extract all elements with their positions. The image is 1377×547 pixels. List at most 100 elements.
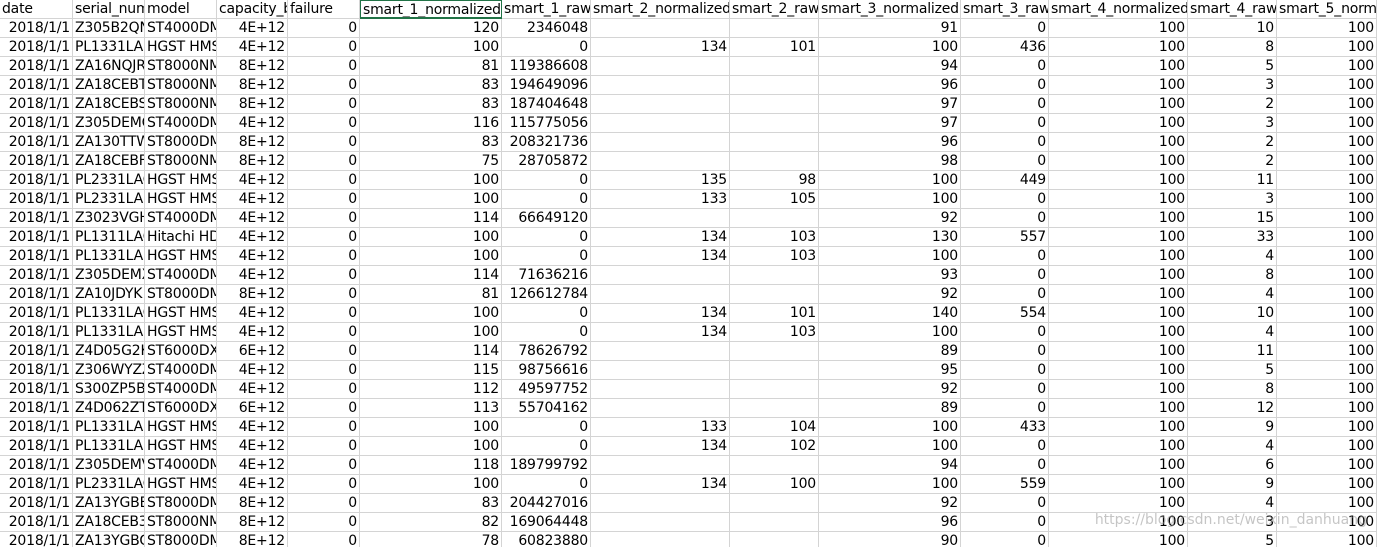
table-cell[interactable]: 8E+12 <box>217 494 288 513</box>
table-cell[interactable]: 100 <box>1049 456 1188 475</box>
table-cell[interactable]: 100 <box>1277 437 1377 456</box>
table-cell[interactable]: 83 <box>360 133 502 152</box>
table-cell[interactable]: 100 <box>1277 228 1377 247</box>
table-cell[interactable] <box>730 380 819 399</box>
table-cell[interactable]: 96 <box>819 513 961 532</box>
table-cell[interactable]: 93 <box>819 266 961 285</box>
table-cell[interactable]: 0 <box>288 323 360 342</box>
table-cell[interactable] <box>591 209 730 228</box>
table-cell[interactable]: 2018/1/1 <box>0 95 73 114</box>
table-cell[interactable]: 0 <box>961 76 1049 95</box>
table-cell[interactable]: Z3023VGH <box>73 209 145 228</box>
table-cell[interactable]: 208321736 <box>502 133 591 152</box>
table-cell[interactable]: 100 <box>360 38 502 57</box>
table-cell[interactable]: 8 <box>1188 38 1277 57</box>
table-cell[interactable]: 9 <box>1188 418 1277 437</box>
table-cell[interactable]: 0 <box>961 285 1049 304</box>
table-cell[interactable]: 0 <box>961 323 1049 342</box>
table-cell[interactable]: 134 <box>591 475 730 494</box>
table-cell[interactable]: 0 <box>288 57 360 76</box>
table-cell[interactable]: 134 <box>591 323 730 342</box>
table-cell[interactable]: 89 <box>819 342 961 361</box>
table-cell[interactable]: 8 <box>1188 380 1277 399</box>
table-cell[interactable]: 78 <box>360 532 502 547</box>
table-cell[interactable]: 8E+12 <box>217 57 288 76</box>
table-cell[interactable]: 0 <box>288 247 360 266</box>
table-cell[interactable]: 0 <box>961 190 1049 209</box>
table-cell[interactable]: 55704162 <box>502 399 591 418</box>
table-cell[interactable]: HGST HMS <box>145 171 217 190</box>
table-cell[interactable]: 5 <box>1188 532 1277 547</box>
table-cell[interactable]: 89 <box>819 399 961 418</box>
table-cell[interactable]: 11 <box>1188 171 1277 190</box>
table-cell[interactable]: 81 <box>360 285 502 304</box>
table-cell[interactable]: 100 <box>360 323 502 342</box>
table-cell[interactable]: 92 <box>819 380 961 399</box>
table-cell[interactable]: 2018/1/1 <box>0 532 73 547</box>
table-cell[interactable]: 103 <box>730 247 819 266</box>
table-cell[interactable]: 0 <box>502 475 591 494</box>
table-cell[interactable]: HGST HMS <box>145 437 217 456</box>
table-cell[interactable]: 557 <box>961 228 1049 247</box>
table-cell[interactable]: 2018/1/1 <box>0 190 73 209</box>
table-cell[interactable]: 82 <box>360 513 502 532</box>
table-cell[interactable] <box>730 532 819 547</box>
table-cell[interactable] <box>730 57 819 76</box>
table-cell[interactable]: 100 <box>1049 304 1188 323</box>
table-cell[interactable]: 0 <box>288 190 360 209</box>
table-cell[interactable]: 100 <box>1277 285 1377 304</box>
table-cell[interactable]: PL1331LAH <box>73 437 145 456</box>
table-cell[interactable]: 0 <box>502 323 591 342</box>
table-cell[interactable]: 115 <box>360 361 502 380</box>
table-cell[interactable]: ST4000DM <box>145 209 217 228</box>
table-cell[interactable] <box>591 133 730 152</box>
table-cell[interactable] <box>730 494 819 513</box>
table-cell[interactable]: 102 <box>730 437 819 456</box>
table-cell[interactable]: 119386608 <box>502 57 591 76</box>
table-cell[interactable]: 2018/1/1 <box>0 228 73 247</box>
table-cell[interactable] <box>730 133 819 152</box>
table-cell[interactable]: ZA10JDYK <box>73 285 145 304</box>
table-cell[interactable]: 112 <box>360 380 502 399</box>
table-cell[interactable]: 4E+12 <box>217 380 288 399</box>
table-cell[interactable]: 0 <box>961 456 1049 475</box>
table-cell[interactable]: PL2331LAC <box>73 475 145 494</box>
table-cell[interactable]: 78626792 <box>502 342 591 361</box>
table-cell[interactable]: ST4000DM <box>145 361 217 380</box>
table-cell[interactable]: 100 <box>1277 456 1377 475</box>
table-cell[interactable]: ST4000DM <box>145 456 217 475</box>
table-cell[interactable]: 5 <box>1188 361 1277 380</box>
table-cell[interactable] <box>591 456 730 475</box>
table-cell[interactable]: ST4000DM <box>145 266 217 285</box>
table-cell[interactable]: 0 <box>961 95 1049 114</box>
table-cell[interactable]: 100 <box>1277 304 1377 323</box>
table-cell[interactable]: 0 <box>288 171 360 190</box>
table-cell[interactable]: 100 <box>1049 399 1188 418</box>
table-cell[interactable]: 2018/1/1 <box>0 304 73 323</box>
table-cell[interactable]: 28705872 <box>502 152 591 171</box>
table-cell[interactable]: Z306WYZZ <box>73 361 145 380</box>
table-cell[interactable]: 101 <box>730 304 819 323</box>
table-cell[interactable]: 98 <box>819 152 961 171</box>
table-cell[interactable]: S300ZP5B <box>73 380 145 399</box>
table-cell[interactable] <box>591 152 730 171</box>
table-cell[interactable]: 92 <box>819 494 961 513</box>
table-cell[interactable]: 2 <box>1188 95 1277 114</box>
table-cell[interactable]: 0 <box>961 437 1049 456</box>
table-cell[interactable]: 100 <box>360 247 502 266</box>
table-cell[interactable]: 0 <box>502 38 591 57</box>
table-cell[interactable]: 0 <box>961 266 1049 285</box>
table-cell[interactable]: 3 <box>1188 513 1277 532</box>
table-cell[interactable]: PL1331LAH <box>73 38 145 57</box>
table-cell[interactable]: 4E+12 <box>217 323 288 342</box>
table-cell[interactable]: 0 <box>961 57 1049 76</box>
table-cell[interactable]: 0 <box>502 228 591 247</box>
table-cell[interactable]: 100 <box>1277 114 1377 133</box>
table-cell[interactable]: 100 <box>360 437 502 456</box>
table-cell[interactable]: 2018/1/1 <box>0 114 73 133</box>
table-cell[interactable]: 100 <box>360 190 502 209</box>
table-cell[interactable]: 10 <box>1188 304 1277 323</box>
table-cell[interactable]: 4E+12 <box>217 190 288 209</box>
table-cell[interactable]: 100 <box>819 247 961 266</box>
table-cell[interactable]: Z4D062ZT <box>73 399 145 418</box>
